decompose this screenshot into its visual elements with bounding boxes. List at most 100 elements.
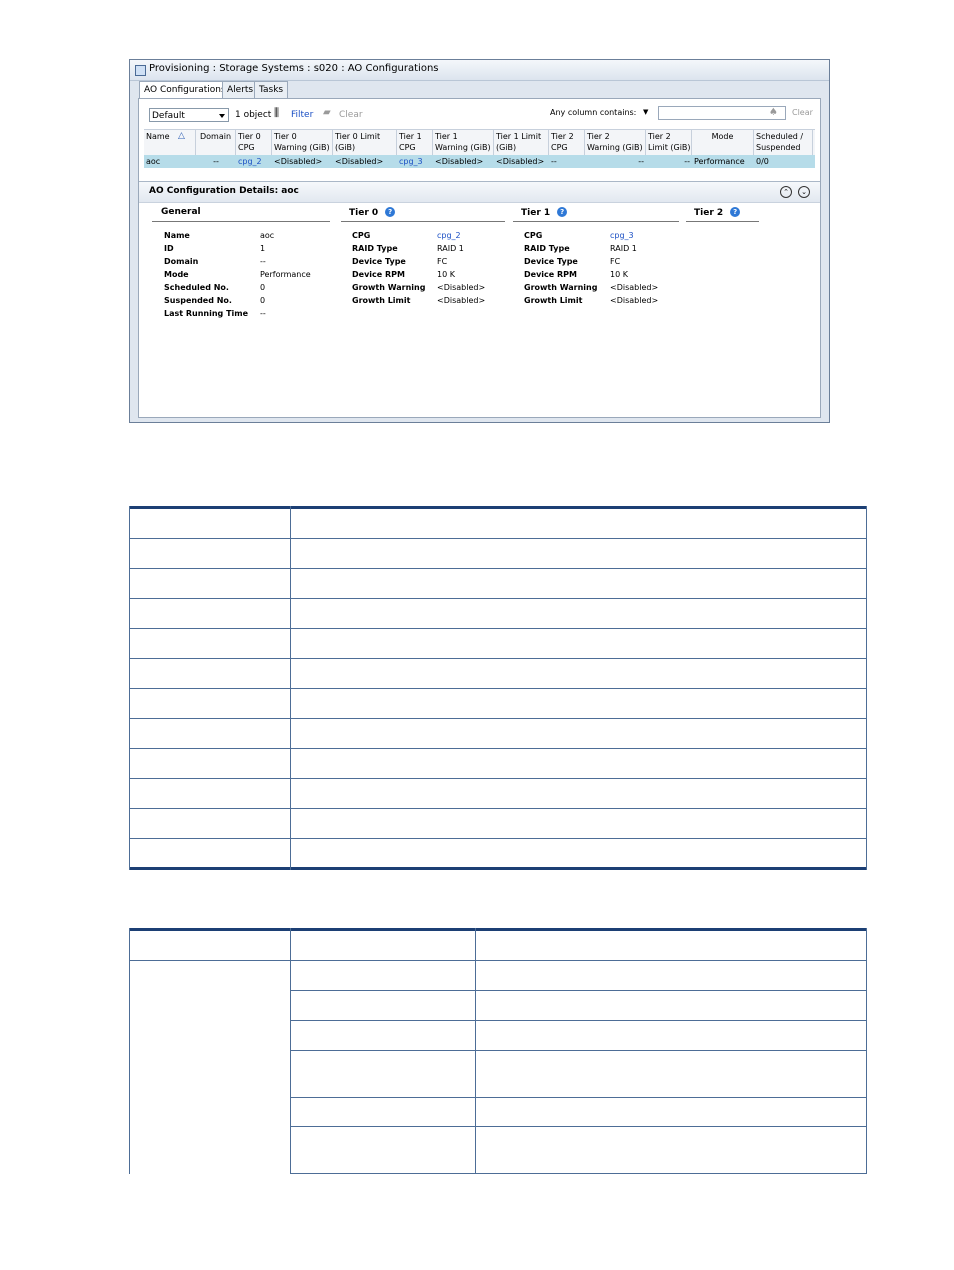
table-rule [290,1050,867,1051]
column-header-line: Tier 1 [435,132,458,141]
column-header[interactable]: Tier 2 Warning (GiB) [585,130,646,155]
window-title: Provisioning : Storage Systems : s020 : … [149,63,439,74]
property-key: Name [164,231,190,240]
search-label: Any column contains: [550,108,637,117]
table-cell: <Disabled> [274,157,323,166]
table-rule [290,990,867,991]
filter-icon[interactable]: ⫼ [274,107,279,119]
section-tier2-label: Tier 2 [694,207,724,218]
view-select[interactable]: Default [149,108,229,122]
document-table-1 [129,506,867,870]
table-cell: <Disabled> [335,157,384,166]
table-cell[interactable]: cpg_2 [236,155,272,168]
property-key: Device Type [524,257,578,266]
tab-alerts[interactable]: Alerts [222,81,259,98]
property-value: 10 K [437,270,455,279]
table-column-divider [290,506,291,870]
property-key: Suspended No. [164,296,232,305]
clear-filter-button[interactable]: Clear [339,109,363,121]
column-header[interactable]: Tier 0 Limit (GiB) [333,130,397,155]
table-row[interactable]: aoc -- cpg_2 <Disabled> <Disabled> cpg_3 <Disa… [144,155,815,168]
column-header[interactable]: Scheduled / Suspended [754,130,813,155]
search-tree-icon: ♠ [769,107,778,118]
column-header-line: Tier 2 [648,132,671,141]
property-key: Device RPM [352,270,405,279]
section-general-label: General [161,207,201,217]
section-general-header: General [152,207,330,222]
property-value: 0 [260,296,266,305]
tab-tasks[interactable]: Tasks [254,81,289,98]
table-rule [129,718,867,719]
table-top-rule [129,928,867,931]
section-tier0-header: Tier 0? [341,207,505,222]
expand-down-icon[interactable]: ⌄ [798,186,810,198]
column-header[interactable]: Tier 1 Limit (GiB) [494,130,549,155]
property-key: CPG [524,231,543,240]
table-border [866,928,867,1174]
property-key: Mode [164,270,189,279]
column-header[interactable]: Tier 1 CPG [397,130,433,155]
table-rule [129,688,867,689]
help-icon[interactable]: ? [385,207,396,217]
property-value: 0 [260,283,266,292]
column-header[interactable]: Tier 1 Warning (GiB) [433,130,494,155]
help-icon[interactable]: ? [557,207,568,217]
property-key: Domain [164,257,199,266]
column-header[interactable]: Tier 0 CPG [236,130,272,155]
property-key: Growth Limit [352,296,411,305]
search-column-dropdown-icon[interactable]: ▼ [643,106,648,118]
grid-header: Name △ Domain Tier 0 CPG Tier 0 Warning (GiB) T… [144,129,815,156]
property-value: -- [260,257,266,266]
table-rule [129,838,867,839]
search-input[interactable]: ♠ [658,106,786,120]
property-value: <Disabled> [610,296,659,305]
property-key: CPG [352,231,371,240]
table-cell: -- [213,157,219,166]
property-key: Last Running Time [164,309,249,318]
table-border [129,506,130,870]
property-value: RAID 1 [437,244,464,253]
window-icon [135,65,146,76]
table-rule [129,778,867,779]
table-rule [129,538,867,539]
filter-button[interactable]: Filter [291,109,313,121]
table-rule [290,1020,867,1021]
table-rule [129,658,867,659]
column-header[interactable]: Name △ [144,130,196,155]
collapse-up-icon[interactable]: ⌃ [780,186,792,198]
column-header[interactable]: Tier 2 CPG [549,130,585,155]
search-clear-button[interactable]: Clear [792,107,813,119]
property-value[interactable]: cpg_3 [610,229,634,242]
column-header[interactable]: Mode [692,130,754,155]
window-title-bar: Provisioning : Storage Systems : s020 : … [130,60,829,81]
property-key: Device Type [352,257,406,266]
chevron-down-icon [219,114,225,118]
property-value: <Disabled> [610,283,659,292]
column-header-line: Warning (GiB) [435,143,491,152]
tab-ao-configurations[interactable]: AO Configurations [139,81,231,99]
table-cell[interactable]: cpg_3 [397,155,433,168]
help-icon[interactable]: ? [730,207,741,217]
column-header-line: Tier 1 [399,132,422,141]
column-header-line: Tier 0 Limit [335,132,381,141]
property-value: Performance [260,270,311,279]
table-border [866,506,867,870]
object-count: 1 object [235,110,272,120]
property-key: Growth Limit [524,296,583,305]
section-tier0-label: Tier 0 [349,207,379,218]
table-cell: 0/0 [756,157,769,166]
table-cell: <Disabled> [435,157,484,166]
section-tier1-header: Tier 1? [513,207,679,222]
column-header[interactable]: Tier 0 Warning (GiB) [272,130,333,155]
table-column-divider [475,928,476,1174]
table-border [129,928,130,1174]
column-header[interactable]: Tier 2 Limit (GiB) [646,130,692,155]
table-top-rule [129,506,867,509]
table-rule [129,628,867,629]
table-cell: <Disabled> [496,157,545,166]
column-header[interactable]: Domain [196,130,236,155]
property-key: ID [164,244,174,253]
table-rule [129,748,867,749]
property-value[interactable]: cpg_2 [437,229,461,242]
sort-ascending-icon[interactable]: △ [178,131,185,142]
